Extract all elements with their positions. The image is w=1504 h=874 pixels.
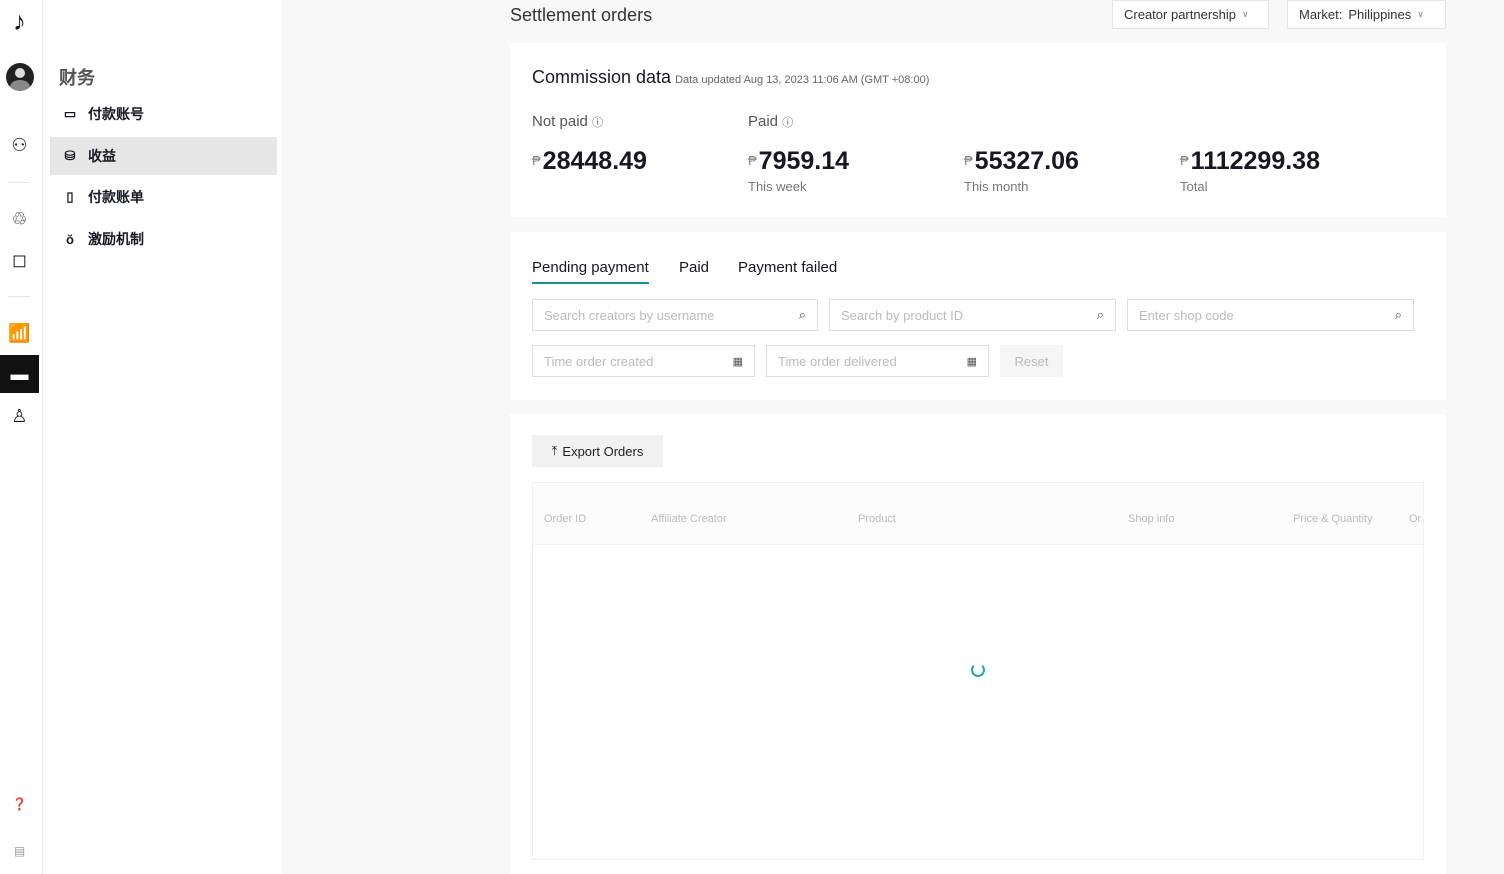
column-header: Product: [858, 513, 896, 525]
help-icon[interactable]: ❓: [0, 785, 39, 823]
creator-search-input[interactable]: Search creators by username ⌕: [532, 299, 818, 331]
partnership-dropdown[interactable]: Creator partnership ∨: [1112, 0, 1269, 29]
sidebar-item-label: 激励机制: [88, 231, 144, 247]
column-header: Affiliate Creator: [651, 513, 727, 525]
time-delivered-picker[interactable]: Time order delivered ▦: [766, 345, 989, 377]
medal-icon: ŏ: [66, 231, 74, 247]
sidebar-item-earnings[interactable]: ⛁ 收益: [50, 137, 277, 175]
shop-bag-icon[interactable]: ◻: [0, 241, 39, 279]
bill-icon: ▯: [66, 189, 74, 204]
tab-paid[interactable]: Paid: [679, 259, 709, 282]
calendar-icon: ▦: [732, 355, 743, 368]
page-title: Settlement orders: [510, 5, 653, 25]
paid-label: Paid ⓘ: [748, 113, 794, 130]
total-label: Total: [1180, 179, 1208, 194]
tab-pending-payment[interactable]: Pending payment: [532, 259, 649, 284]
time-created-picker[interactable]: Time order created ▦: [532, 345, 755, 377]
sidebar-item-label: 付款账单: [88, 189, 144, 205]
sidebar-item-payment-bill[interactable]: ▯ 付款账单: [50, 178, 277, 216]
finance-card-icon[interactable]: ▬: [0, 355, 39, 393]
loading-spinner-icon: [971, 663, 985, 677]
chevron-down-icon: ∨: [1242, 9, 1249, 19]
sidebar-item-label: 收益: [88, 148, 116, 164]
market-value: Philippines: [1348, 7, 1412, 22]
search-icon[interactable]: ⌕: [1395, 307, 1402, 323]
market-label: Market:: [1299, 7, 1343, 22]
commission-card: Commission data Data updated Aug 13, 2023…: [510, 43, 1446, 217]
week-label: This week: [748, 179, 807, 194]
week-amount: ₱7959.14: [748, 147, 850, 175]
month-label: This month: [964, 179, 1029, 194]
chevron-down-icon: ∨: [1417, 9, 1424, 19]
calendar-icon: ▦: [966, 355, 977, 368]
market-dropdown[interactable]: Market: Philippines ∨: [1287, 0, 1446, 29]
column-header: Order ID: [544, 513, 587, 525]
data-updated: Data updated Aug 13, 2023 11:06 AM (GMT …: [675, 74, 930, 86]
search-icon[interactable]: ⌕: [1097, 307, 1104, 323]
finance-sidebar: 财务 ▭ 付款账号 ⛁ 收益 ▯ 付款账单 ŏ 激励机制: [44, 0, 282, 874]
search-icon[interactable]: ⌕: [799, 307, 806, 323]
wallet-icon: ▭: [63, 106, 77, 121]
not-paid-amount: ₱28448.49: [532, 147, 647, 175]
total-amount: ₱1112299.38: [1180, 147, 1320, 175]
orders-table: Order ID Affiliate Creator Product Shop …: [532, 482, 1424, 860]
account-user-icon[interactable]: ♙: [0, 397, 39, 435]
divider: [8, 296, 30, 297]
info-icon[interactable]: ⓘ: [592, 117, 603, 129]
avatar-icon[interactable]: [0, 58, 39, 96]
tab-payment-failed[interactable]: Payment failed: [738, 259, 837, 282]
reset-button[interactable]: Reset: [1000, 345, 1063, 377]
sidebar-item-label: 付款账号: [88, 106, 144, 122]
filter-card: Pending payment Paid Payment failed Sear…: [510, 232, 1446, 400]
sidebar-item-incentives[interactable]: ŏ 激励机制: [50, 220, 277, 258]
affiliate-network-icon[interactable]: ♲: [0, 200, 39, 238]
table-header: Order ID Affiliate Creator Product Shop …: [533, 483, 1423, 545]
partnership-value: Creator partnership: [1124, 7, 1236, 22]
icon-rail: ♪ ⚇ ♲ ◻ 📶 ▬ ♙ ❓ ▤: [0, 0, 43, 874]
column-header: Price & Quantity: [1293, 513, 1373, 525]
not-paid-label: Not paid ⓘ: [532, 113, 604, 130]
column-header: Or: [1409, 513, 1422, 525]
sidebar-item-payment-account[interactable]: ▭ 付款账号: [50, 95, 277, 133]
notes-icon[interactable]: ▤: [0, 832, 39, 870]
column-header: Shop info: [1128, 513, 1175, 525]
export-orders-button[interactable]: ⤒ Export Orders: [532, 435, 663, 467]
shop-code-input[interactable]: Enter shop code ⌕: [1127, 299, 1414, 331]
upload-icon: ⤒: [551, 443, 558, 458]
orders-card: ⤒ Export Orders Order ID Affiliate Creato…: [510, 414, 1446, 874]
sidebar-heading: 财务: [59, 68, 95, 88]
info-icon[interactable]: ⓘ: [782, 117, 793, 129]
coins-icon: ⛁: [64, 148, 76, 163]
creator-star-icon[interactable]: ⚇: [0, 126, 39, 164]
month-amount: ₱55327.06: [964, 147, 1079, 175]
divider: [8, 182, 30, 183]
commission-title: Commission data Data updated Aug 13, 2023…: [532, 67, 930, 87]
product-search-input[interactable]: Search by product ID ⌕: [829, 299, 1116, 331]
analytics-chart-icon[interactable]: 📶: [0, 314, 39, 352]
tiktok-logo-icon[interactable]: ♪: [0, 2, 39, 40]
